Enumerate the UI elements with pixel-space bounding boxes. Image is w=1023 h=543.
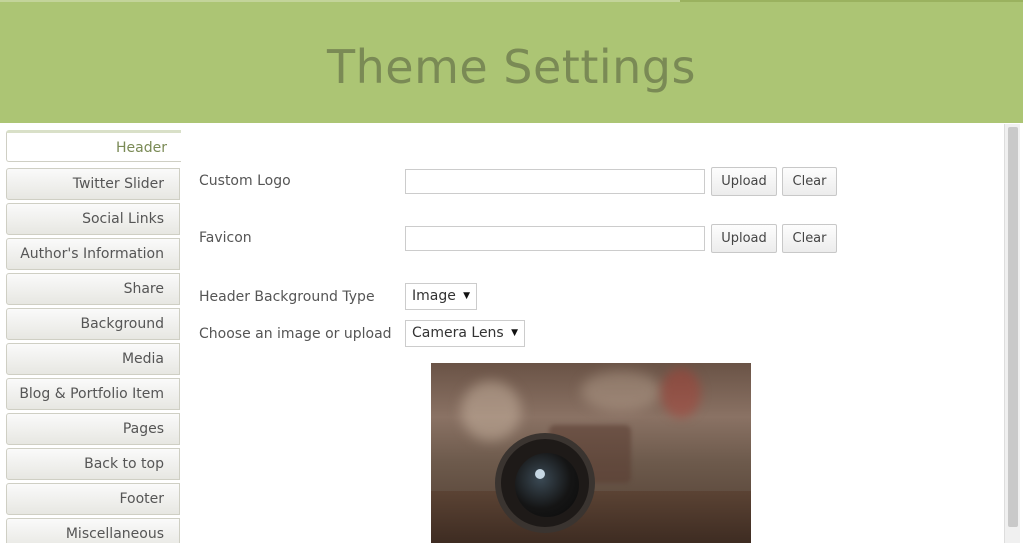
- tab-background[interactable]: Background: [6, 308, 180, 340]
- chevron-down-icon: ▼: [463, 291, 470, 301]
- bokeh-light: [661, 368, 701, 418]
- header-bg-type-value: Image: [412, 288, 456, 304]
- favicon-clear-button[interactable]: Clear: [782, 224, 837, 253]
- lens-glass: [515, 453, 579, 517]
- bokeh-light: [581, 371, 661, 411]
- tab-twitter-slider[interactable]: Twitter Slider: [6, 168, 180, 200]
- image-choice-select[interactable]: Camera Lens ▼: [405, 320, 525, 347]
- tab-footer[interactable]: Footer: [6, 483, 180, 515]
- page-title: Theme Settings: [327, 40, 696, 94]
- favicon-label: Favicon: [199, 230, 252, 246]
- tab-pages[interactable]: Pages: [6, 413, 180, 445]
- favicon-upload-button[interactable]: Upload: [711, 224, 777, 253]
- custom-logo-clear-button[interactable]: Clear: [782, 167, 837, 196]
- header-bg-type-select[interactable]: Image ▼: [405, 283, 477, 310]
- tab-blog-portfolio-item[interactable]: Blog & Portfolio Item: [6, 378, 180, 410]
- header-background-preview-image: [431, 363, 751, 543]
- tab-header[interactable]: Header: [6, 130, 181, 162]
- tab-media[interactable]: Media: [6, 343, 180, 375]
- header-topline: [0, 0, 680, 2]
- vertical-scrollbar[interactable]: [1004, 124, 1020, 543]
- tab-social-links[interactable]: Social Links: [6, 203, 180, 235]
- tab-back-to-top[interactable]: Back to top: [6, 448, 180, 480]
- custom-logo-label: Custom Logo: [199, 173, 291, 189]
- tab-miscellaneous[interactable]: Miscellaneous: [6, 518, 180, 543]
- settings-sidebar: Header Twitter Slider Social Links Autho…: [4, 126, 181, 543]
- image-choice-value: Camera Lens: [412, 325, 504, 341]
- header-bg-type-label: Header Background Type: [199, 289, 375, 305]
- tab-authors-information[interactable]: Author's Information: [6, 238, 180, 270]
- header-band: Theme Settings: [0, 0, 1023, 123]
- custom-logo-input[interactable]: [405, 169, 705, 194]
- tab-share[interactable]: Share: [6, 273, 180, 305]
- custom-logo-upload-button[interactable]: Upload: [711, 167, 777, 196]
- chevron-down-icon: ▼: [511, 328, 518, 338]
- settings-panel: Custom Logo Upload Clear Favicon Upload …: [181, 123, 1003, 543]
- bokeh-light: [461, 381, 521, 441]
- favicon-input[interactable]: [405, 226, 705, 251]
- lens-glint: [535, 469, 545, 479]
- scrollbar-thumb[interactable]: [1008, 127, 1018, 527]
- image-choice-label: Choose an image or upload: [199, 326, 392, 342]
